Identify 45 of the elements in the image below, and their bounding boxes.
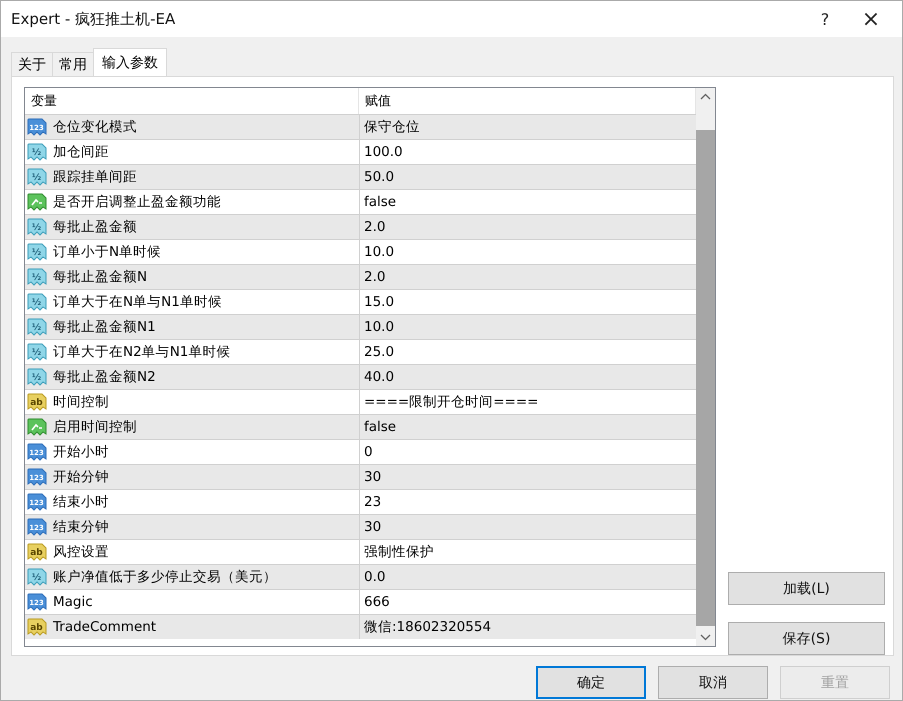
help-button[interactable]: ? <box>802 1 848 37</box>
parameter-name: 启用时间控制 <box>53 418 137 436</box>
dialog-button[interactable]: 确定 <box>536 666 646 699</box>
dialog-button[interactable]: 取消 <box>658 666 768 699</box>
fraction-icon: ½ <box>27 368 47 386</box>
fraction-icon: ½ <box>27 218 47 236</box>
parameter-name: 结束小时 <box>53 493 109 511</box>
parameter-name: 仓位变化模式 <box>53 118 137 136</box>
parameter-name: 时间控制 <box>53 393 109 411</box>
fraction-icon: ½ <box>27 568 47 586</box>
text-icon: ab <box>27 393 47 411</box>
fraction-icon: ½ <box>27 143 47 161</box>
parameter-name: 账户净值低于多少停止交易（美元） <box>53 568 277 586</box>
scrollbar[interactable] <box>696 88 715 646</box>
parameter-name: TradeComment <box>53 619 156 635</box>
parameter-name: 是否开启调整止盈金额功能 <box>53 193 221 211</box>
parameter-name: 每批止盈金额N <box>53 268 148 286</box>
window-title: Expert - 疯狂推土机-EA <box>11 10 176 28</box>
parameter-name: 订单大于在N2单与N1单时候 <box>53 343 230 361</box>
text-icon: ab <box>27 618 47 636</box>
parameter-name: 每批止盈金额N1 <box>53 318 156 336</box>
parameter-name: 结束分钟 <box>53 518 109 536</box>
parameter-name: 每批止盈金额 <box>53 218 137 236</box>
text-icon: ab <box>27 543 47 561</box>
fraction-icon: ½ <box>27 168 47 186</box>
parameter-name: 跟踪挂单间距 <box>53 168 137 186</box>
side-button[interactable]: 保存(S) <box>728 622 885 655</box>
close-button[interactable]: × <box>848 1 894 37</box>
parameter-name: 加仓间距 <box>53 143 109 161</box>
fraction-icon: ½ <box>27 318 47 336</box>
fraction-icon: ½ <box>27 243 47 261</box>
parameter-name: 订单小于N单时候 <box>53 243 162 261</box>
tab[interactable]: 关于 <box>11 52 53 76</box>
parameter-name: Magic <box>53 594 93 610</box>
parameter-name: 开始小时 <box>53 443 109 461</box>
tab[interactable]: 输入参数 <box>93 48 167 76</box>
parameter-name: 每批止盈金额N2 <box>53 368 156 386</box>
parameter-name: 订单大于在N单与N1单时候 <box>53 293 222 311</box>
side-button[interactable]: 加载(L) <box>728 572 885 605</box>
toggle-icon <box>27 418 47 436</box>
fraction-icon: ½ <box>27 268 47 286</box>
parameter-name: 风控设置 <box>53 543 109 561</box>
fraction-icon: ½ <box>27 343 47 361</box>
parameter-name: 开始分钟 <box>53 468 109 486</box>
fraction-icon: ½ <box>27 293 47 311</box>
